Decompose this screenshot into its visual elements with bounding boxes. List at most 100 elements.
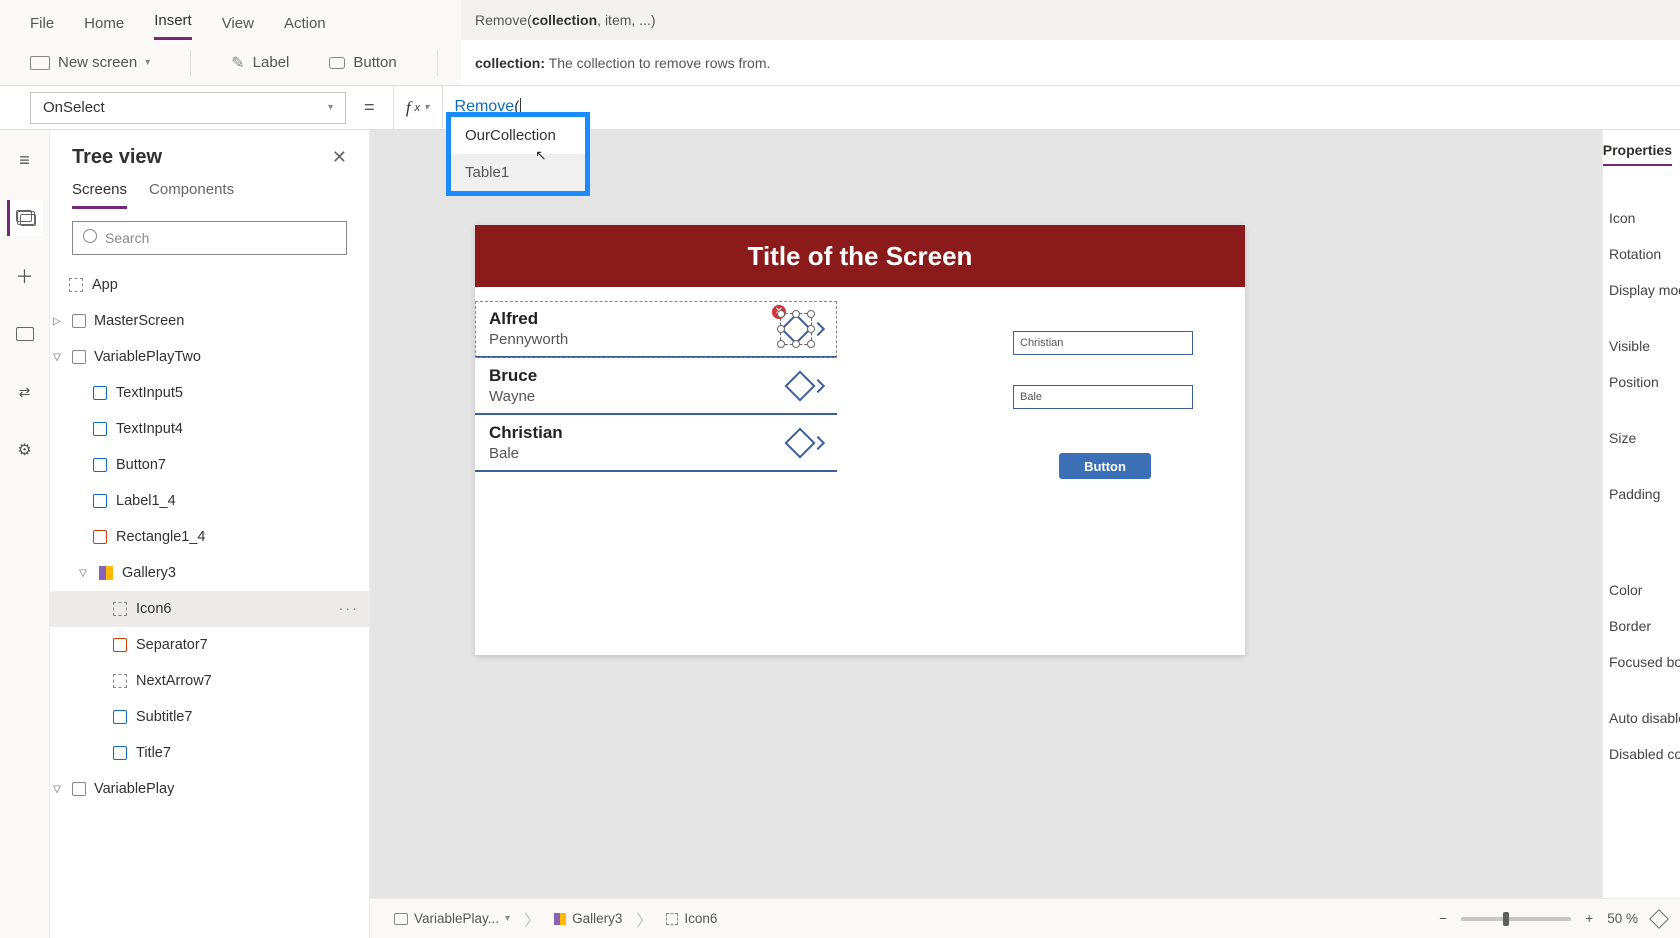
properties-tab[interactable]: Properties [1603,142,1672,166]
prop-focused-border[interactable]: Focused bor [1603,644,1680,680]
button-icon [93,458,107,472]
new-screen-button[interactable]: New screen ▾ [30,54,150,71]
menu-view[interactable]: View [222,15,254,40]
tree-node-variableplay[interactable]: ▽VariablePlay [50,771,369,807]
tree-node-button7[interactable]: Button7 [50,447,369,483]
intellisense-option[interactable]: OurCollection [451,117,585,154]
chevron-down-icon[interactable]: ▽ [50,352,64,363]
close-icon[interactable]: ✕ [332,147,347,168]
rectangle-icon [93,530,107,544]
left-rail: ≡ ＋ ⇄ ⚙ [0,130,50,938]
cursor-icon: ↖ [535,147,547,164]
selected-icon-control[interactable]: ✕ [781,314,811,344]
arrow-icon [113,674,127,688]
fullscreen-icon[interactable] [1649,909,1669,929]
tree-node-textinput4[interactable]: TextInput4 [50,411,369,447]
gallery-row[interactable]: AlfredPennyworth ✕ [475,301,837,358]
button-button[interactable]: Button [329,54,396,71]
menu-insert[interactable]: Insert [154,12,192,40]
rail-hamburger[interactable]: ≡ [7,142,43,178]
zoom-out-button[interactable]: − [1439,911,1447,926]
tree-node-gallery3[interactable]: ▽Gallery3 [50,555,369,591]
gallery-row[interactable]: Bruce Wayne [475,358,837,415]
more-icon[interactable]: ··· [339,601,360,617]
formula-bar: OnSelect ▾ = fx ▾ Remove( [0,86,1680,130]
formula-input[interactable]: Remove( [443,98,1680,116]
next-arrow-icon[interactable] [811,378,825,392]
rail-tree-view[interactable] [7,200,43,236]
rail-media[interactable]: ⇄ [7,374,43,410]
formula-arg-help: collection: The collection to remove row… [461,40,1680,86]
row-last-name: Bale [489,445,563,462]
rail-insert[interactable]: ＋ [7,258,43,294]
prop-rotation[interactable]: Rotation [1603,236,1680,272]
tree-node-variableplaytwo[interactable]: ▽VariablePlayTwo [50,339,369,375]
formula-signature-hint: Remove(collection, item, ...) [461,0,1680,40]
breadcrumb-control[interactable]: Icon6 [656,907,727,930]
chevron-right-icon[interactable]: ▷ [50,316,64,327]
zoom-in-button[interactable]: + [1585,911,1593,926]
menu-home[interactable]: Home [84,15,124,40]
prop-display-mode[interactable]: Display mod [1603,272,1680,308]
tree-view-title: Tree view [72,146,162,169]
tree-node-label1-4[interactable]: Label1_4 [50,483,369,519]
gallery-row[interactable]: ChristianBale [475,415,837,472]
gallery-icon [554,913,566,925]
prop-size[interactable]: Size [1603,420,1680,456]
tree-list: App ▷MasterScreen ▽VariablePlayTwo TextI… [50,267,369,938]
row-last-name: Pennyworth [489,331,568,348]
tree-node-app[interactable]: App [50,267,369,303]
breadcrumb-gallery[interactable]: Gallery3 [544,907,632,930]
rail-advanced[interactable]: ⚙ [7,432,43,468]
property-dropdown[interactable]: OnSelect ▾ [30,92,346,124]
tree-node-masterscreen[interactable]: ▷MasterScreen [50,303,369,339]
prop-padding[interactable]: Padding [1603,476,1680,512]
checkbox[interactable] [72,782,86,796]
rail-data[interactable] [7,316,43,352]
tree-node-title7[interactable]: Title7 [50,735,369,771]
gallery-control[interactable]: AlfredPennyworth ✕ Bruce Wayne ChristianB… [475,301,837,472]
zoom-slider[interactable] [1461,917,1571,921]
chevron-down-icon[interactable]: ▽ [76,568,90,579]
tree-node-subtitle7[interactable]: Subtitle7 [50,699,369,735]
tree-node-icon6[interactable]: Icon6··· [50,591,369,627]
chevron-down-icon: ▾ [424,102,429,113]
row-last-name: Wayne [489,388,537,405]
prop-disabled-color[interactable]: Disabled col [1603,736,1680,772]
search-icon [83,229,97,248]
separator-icon [113,638,127,652]
tab-components[interactable]: Components [149,181,234,209]
tree-node-rectangle1-4[interactable]: Rectangle1_4 [50,519,369,555]
prop-visible[interactable]: Visible [1603,328,1680,364]
menu-file[interactable]: File [30,15,54,40]
prop-color[interactable]: Color [1603,572,1680,608]
screen-canvas[interactable]: Title of the Screen AlfredPennyworth ✕ B… [475,225,1245,655]
prop-icon[interactable]: Icon [1603,200,1680,236]
checkbox[interactable] [72,350,86,364]
breadcrumb-screen[interactable]: VariablePlay...▾ [384,907,520,930]
checkbox[interactable] [72,314,86,328]
intellisense-option[interactable]: Table1 [451,154,585,191]
next-arrow-icon[interactable] [811,435,825,449]
next-arrow-icon[interactable] [811,321,825,335]
menu-action[interactable]: Action [284,15,326,40]
chevron-down-icon: ▾ [328,102,333,113]
prop-position[interactable]: Position [1603,364,1680,400]
text-input-1[interactable]: Christian [1013,331,1193,355]
text-input-2[interactable]: Bale [1013,385,1193,409]
label-icon [113,710,127,724]
label-button[interactable]: Label [231,53,289,73]
canvas-button[interactable]: Button [1059,453,1151,479]
tab-screens[interactable]: Screens [72,181,127,209]
fx-button[interactable]: fx ▾ [393,86,443,130]
chevron-down-icon[interactable]: ▽ [50,784,64,795]
row-first-name: Bruce [489,366,537,386]
prop-auto-disable[interactable]: Auto disable [1603,700,1680,736]
tree-node-textinput5[interactable]: TextInput5 [50,375,369,411]
search-input[interactable]: Search [72,221,347,255]
tree-node-separator7[interactable]: Separator7 [50,627,369,663]
data-icon [16,327,34,341]
prop-border[interactable]: Border [1603,608,1680,644]
canvas-area[interactable]: Title of the Screen AlfredPennyworth ✕ B… [370,130,1680,898]
tree-node-nextarrow7[interactable]: NextArrow7 [50,663,369,699]
